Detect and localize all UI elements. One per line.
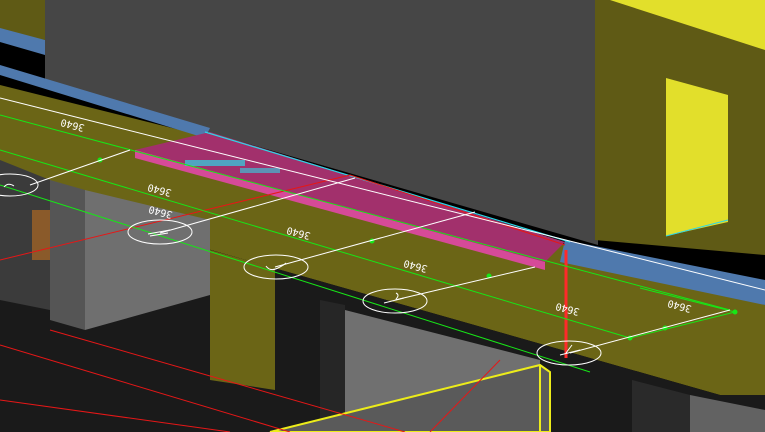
model-scene[interactable]: 3640 3640 3640 3640 3640 3640 3640 [0,0,765,432]
window-opening[interactable] [666,78,728,236]
beam-drop[interactable] [210,250,275,390]
cad-3d-viewport[interactable]: 3640 3640 3640 3640 3640 3640 3640 [0,0,765,432]
column-mid[interactable] [320,300,345,432]
